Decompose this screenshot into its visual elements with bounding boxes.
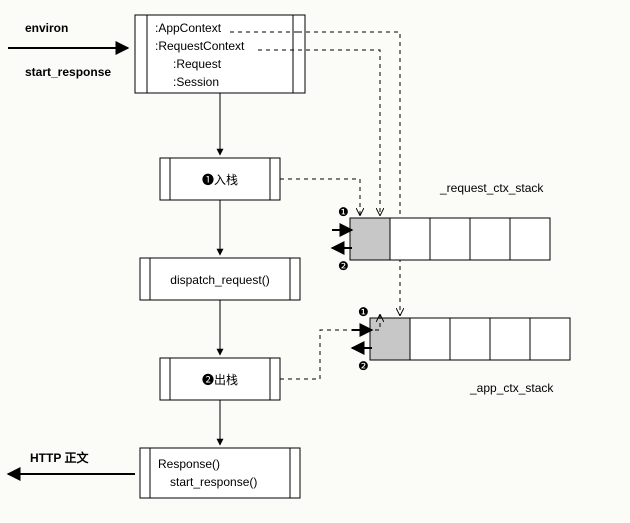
label-start-response: start_response [25,65,111,79]
text-dispatch: dispatch_request() [170,273,269,287]
box-push: ❶入栈 [160,158,280,200]
label-request-stack: _request_ctx_stack [439,181,544,195]
marker-req-in: ❶ [338,205,349,219]
text-requestcontext: :RequestContext [155,39,245,53]
stack-app [370,318,570,360]
text-pop: ❷出栈 [202,372,238,387]
box-dispatch: dispatch_request() [140,258,300,300]
box-response: Response() start_response() [140,448,300,498]
path-reqcontext-to-stack [298,50,380,215]
label-environ: environ [25,21,68,35]
text-response2: start_response() [170,475,257,489]
box-context: :AppContext :RequestContext :Request :Se… [135,15,305,93]
marker-app-out: ❷ [358,359,369,373]
text-appcontext: :AppContext [155,21,222,35]
label-http-body: HTTP 正文 [30,450,89,465]
stack-request [350,218,550,260]
text-request: :Request [173,57,222,71]
box-pop: ❷出栈 [160,358,280,400]
label-app-stack: _app_ctx_stack [469,381,554,395]
text-push: ❶入栈 [202,172,238,187]
marker-app-in: ❶ [358,305,369,319]
path-appcontext-to-stack [298,32,400,315]
marker-req-out: ❷ [338,259,349,273]
text-session: :Session [173,75,219,89]
text-response1: Response() [158,457,220,471]
